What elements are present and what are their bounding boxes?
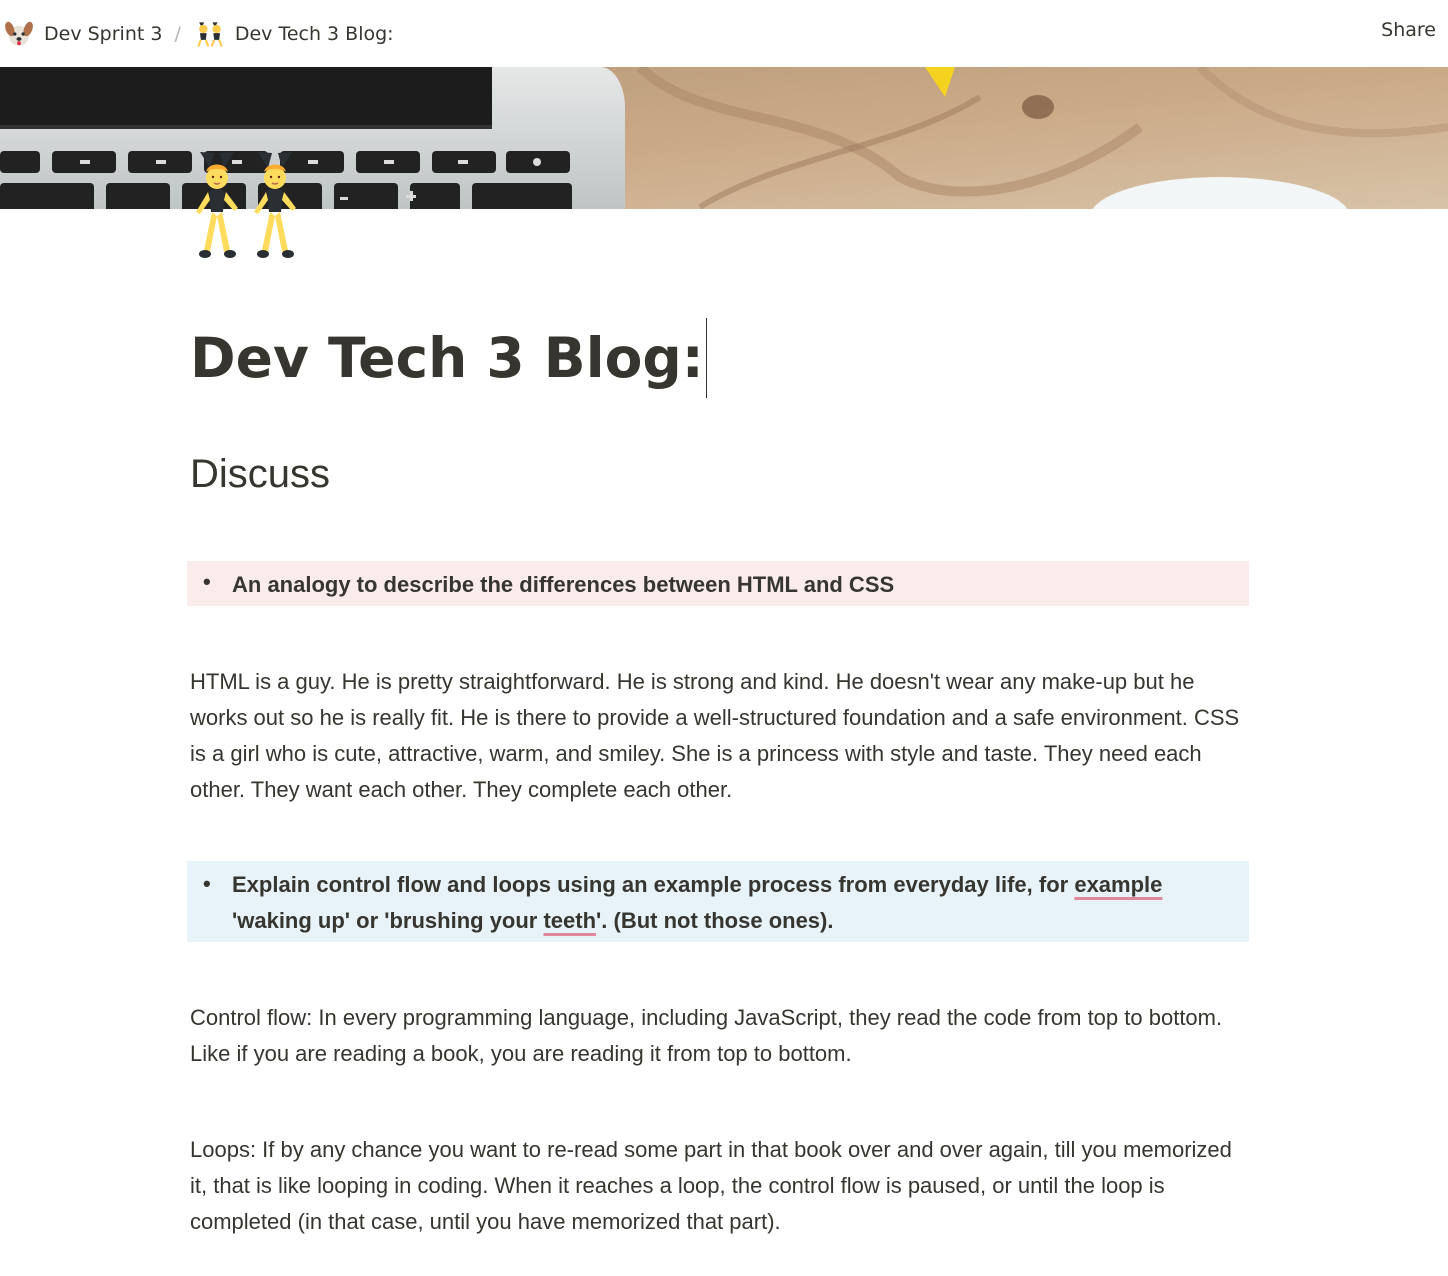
text-cursor [705, 318, 707, 398]
paragraph-loops[interactable]: Loops: If by any chance you want to re-r… [190, 1132, 1250, 1240]
women-with-bunny-ears-icon [197, 21, 223, 47]
page-title[interactable]: Dev Tech 3 Blog: [190, 318, 707, 398]
bulleted-list-item-html-css[interactable]: • An analogy to describe the differences… [187, 561, 1249, 606]
breadcrumb-separator: / [174, 22, 181, 45]
breadcrumb-label: Dev Tech 3 Blog: [234, 22, 394, 45]
bullet-icon: • [203, 569, 211, 594]
paragraph-html-css-analogy[interactable]: HTML is a guy. He is pretty straightforw… [190, 664, 1250, 808]
dog-face-icon [5, 21, 33, 46]
bulleted-item-text: Explain control flow and loops using an … [232, 872, 1162, 933]
paragraph-control-flow[interactable]: Control flow: In every programming langu… [190, 1000, 1250, 1072]
page-title-text: Dev Tech 3 Blog: [190, 326, 704, 390]
bullet-icon: • [203, 871, 211, 896]
text-segment: Explain control flow and loops using an … [232, 872, 1075, 897]
text-segment: 'waking up' or 'brushing your [232, 908, 544, 933]
breadcrumb-item-dev-tech-blog[interactable]: Dev Tech 3 Blog: [195, 0, 394, 67]
bulleted-list-item-control-flow[interactable]: • Explain control flow and loops using a… [187, 861, 1249, 942]
heading-discuss[interactable]: Discuss [190, 446, 330, 502]
breadcrumb-label: Dev Sprint 3 [44, 22, 163, 45]
breadcrumb-item-dev-sprint[interactable]: Dev Sprint 3 [4, 0, 162, 67]
women-with-bunny-ears-icon[interactable] [190, 150, 308, 268]
spellcheck-underlined-word[interactable]: example [1074, 872, 1162, 897]
spellcheck-underlined-word[interactable]: teeth [543, 908, 596, 933]
share-button[interactable]: Share [1381, 19, 1436, 41]
top-bar: Dev Sprint 3 / Dev Tech 3 Blog: Share [0, 0, 1448, 67]
text-segment: '. (But not those ones). [596, 908, 834, 933]
bulleted-item-text: An analogy to describe the differences b… [232, 572, 895, 597]
